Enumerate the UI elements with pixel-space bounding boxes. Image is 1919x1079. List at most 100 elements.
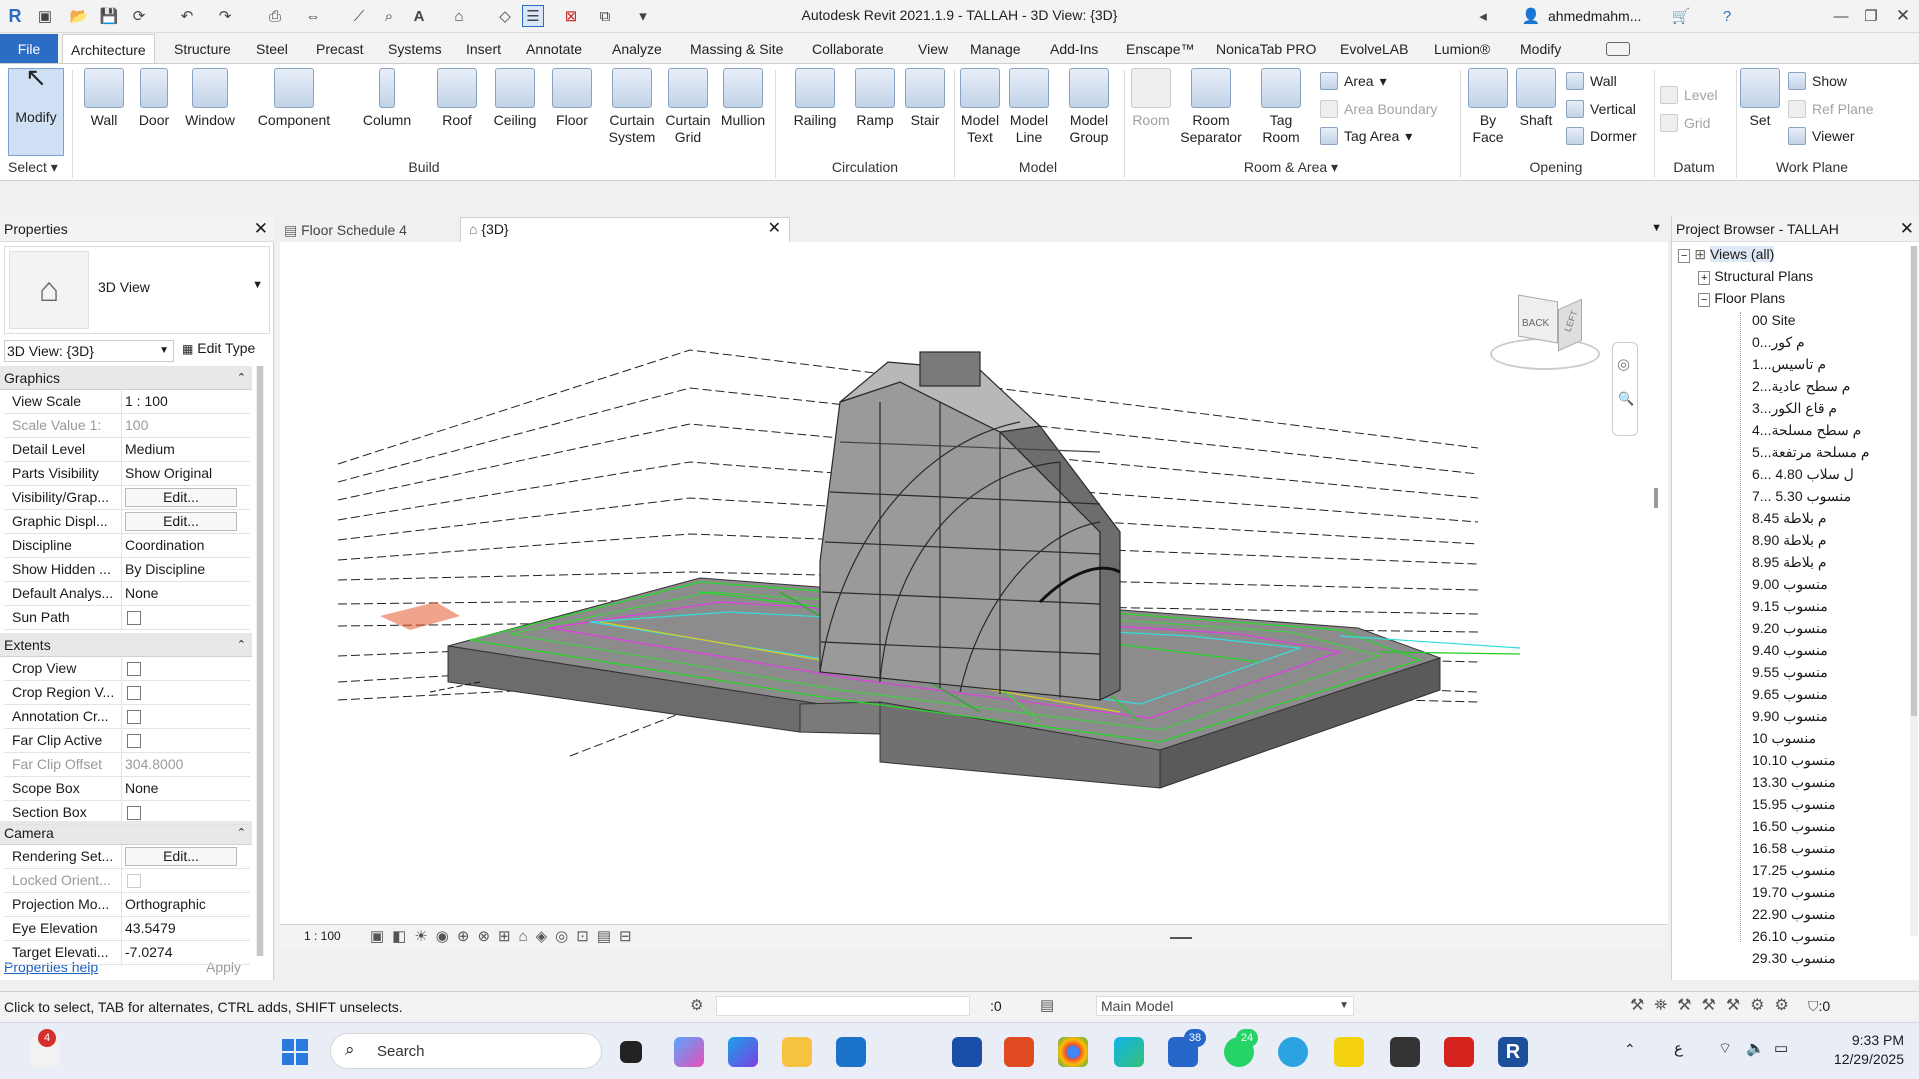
floor-plan-item[interactable]: منسوب 5.30 ...7 (1752, 488, 1851, 505)
brave-icon[interactable] (1004, 1037, 1034, 1067)
file-explorer-icon[interactable] (782, 1037, 812, 1067)
tab-steel[interactable]: Steel (248, 34, 296, 64)
property-value[interactable]: Coordination (121, 534, 250, 557)
tag-area-button[interactable]: Tag Area ▾ (1320, 127, 1412, 145)
3d-viewport[interactable]: BACK LEFT ◎ 🔍 1 : 100 ▣◧☀◉⊕⊗⊞⌂◈◎⊡▤⊟ (280, 242, 1668, 950)
tab-add-ins[interactable]: Add-Ins (1042, 34, 1106, 64)
close-browser-icon[interactable]: ✕ (1900, 216, 1914, 242)
property-row[interactable]: Discipline Coordination (4, 534, 250, 558)
ref-plane-button[interactable]: Ref Plane (1788, 100, 1873, 118)
restore-icon[interactable]: ❐ (1860, 5, 1882, 27)
property-value[interactable]: Medium (121, 438, 250, 461)
model-line-button[interactable]: Model Line (1006, 68, 1052, 146)
minimize-icon[interactable]: — (1830, 5, 1852, 27)
tab-enscape[interactable]: Enscape™ (1118, 34, 1202, 64)
floor-plan-item[interactable]: منسوب 13.30 (1752, 774, 1836, 791)
select-dropdown[interactable]: Select ▾ (8, 159, 68, 176)
tab-floor-schedule[interactable]: ▤ Floor Schedule 4 (284, 219, 456, 242)
show-button[interactable]: Show (1788, 72, 1847, 90)
property-row[interactable]: Projection Mo... Orthographic (4, 893, 250, 917)
tab-annotate[interactable]: Annotate (518, 34, 590, 64)
floor-plan-item[interactable]: منسوب 10.10 (1752, 752, 1836, 769)
floor-plan-item[interactable]: م قاع الكور...3 (1752, 400, 1837, 417)
type-dropdown-icon[interactable]: ▼ (252, 279, 263, 291)
property-value[interactable]: None (121, 582, 250, 605)
chevron-up-icon[interactable]: ⌃ (1624, 1041, 1636, 1058)
level-button[interactable]: Level (1660, 86, 1717, 104)
tab-architecture[interactable]: Architecture (62, 34, 155, 64)
tab-collaborate[interactable]: Collaborate (804, 34, 892, 64)
property-value[interactable]: By Discipline (121, 558, 250, 581)
tab-precast[interactable]: Precast (308, 34, 371, 64)
outlook-icon[interactable] (836, 1037, 866, 1067)
mullion-button[interactable]: Mullion (716, 68, 770, 129)
floor-plan-item[interactable]: منسوب 10 (1752, 730, 1816, 747)
property-row[interactable]: Eye Elevation 43.5479 (4, 917, 250, 941)
model-group-button[interactable]: Model Group (1064, 68, 1114, 146)
floor-plan-item[interactable]: منسوب 29.30 (1752, 950, 1836, 967)
door-button[interactable]: Door (134, 68, 174, 129)
user-icon[interactable]: 👤 (1520, 5, 1542, 27)
structural-plans-node[interactable]: + Structural Plans (1698, 268, 1813, 285)
copilot-icon[interactable] (674, 1037, 704, 1067)
property-value[interactable]: 100 (121, 414, 250, 437)
floor-plan-item[interactable]: ل سلاب 4.80 ...6 (1752, 466, 1854, 483)
help-icon[interactable]: ? (1716, 5, 1738, 27)
floor-button[interactable]: Floor (548, 68, 596, 129)
viewcube-back-label[interactable]: BACK (1522, 318, 1549, 329)
workset-field[interactable] (716, 996, 970, 1016)
property-row[interactable]: Target Elevati... -7.0274 (4, 941, 250, 965)
column-button[interactable]: Column (356, 68, 418, 129)
tab-massing-site[interactable]: Massing & Site (682, 34, 791, 64)
close-view-tab-icon[interactable]: ✕ (768, 218, 781, 240)
steering-wheel-icon[interactable]: ◎ (1617, 355, 1630, 373)
floor-plan-item[interactable]: منسوب 17.25 (1752, 862, 1836, 879)
property-value[interactable] (121, 606, 250, 629)
design-options-icon[interactable]: ▤ (1040, 996, 1054, 1014)
curtain-grid-button[interactable]: Curtain Grid (662, 68, 714, 146)
tab-file[interactable]: File (0, 34, 58, 64)
floor-plan-item[interactable]: منسوب 19.70 (1752, 884, 1836, 901)
property-row[interactable]: Graphic Displ... Edit... (4, 510, 250, 534)
wall-opening-button[interactable]: Wall (1566, 72, 1617, 90)
grid-button[interactable]: Grid (1660, 114, 1710, 132)
selection-filter-icons[interactable]: ⚒⛯⚒⚒⚒⚙⚙ (1630, 995, 1799, 1015)
modify-button[interactable]: ↖ Modify (8, 64, 64, 156)
room-separator-button[interactable]: Room Separator (1176, 68, 1246, 146)
extents-section[interactable]: Extents ⌃ (0, 633, 252, 657)
property-value[interactable] (121, 729, 250, 752)
design-option-select[interactable]: Main Model ▼ (1096, 996, 1354, 1016)
floor-plan-item[interactable]: منسوب 9.40 (1752, 642, 1828, 659)
floor-plan-item[interactable]: م بلاطة 8.95 (1752, 554, 1827, 571)
view-control-icons[interactable]: ▣◧☀◉⊕⊗⊞⌂◈◎⊡▤⊟ (370, 927, 640, 945)
floor-plan-item[interactable]: منسوب 9.00 (1752, 576, 1828, 593)
property-row[interactable]: Detail Level Medium (4, 438, 250, 462)
property-row[interactable]: View Scale 1 : 100 (4, 390, 250, 414)
edge-icon[interactable] (1114, 1037, 1144, 1067)
cart-icon[interactable]: 🛒 (1670, 5, 1692, 27)
floor-plan-item[interactable]: م بلاطة 8.45 (1752, 510, 1827, 527)
property-row[interactable]: Annotation Cr... (4, 705, 250, 729)
zoom-icon[interactable]: 🔍 (1618, 391, 1634, 407)
view-scale[interactable]: 1 : 100 (304, 929, 341, 943)
floor-plan-item[interactable]: م كور...0 (1752, 334, 1805, 351)
username[interactable]: ahmedmahm... (1548, 8, 1641, 24)
revit-taskbar-icon[interactable]: R (1498, 1037, 1528, 1067)
property-value[interactable]: 304.8000 (121, 753, 250, 776)
property-value[interactable]: Orthographic (121, 893, 250, 916)
property-row[interactable]: Far Clip Active (4, 729, 250, 753)
tab-modify[interactable]: Modify (1512, 34, 1569, 64)
unity-icon[interactable] (1390, 1037, 1420, 1067)
input-language[interactable]: ع (1674, 1039, 1683, 1057)
tab-3d-view[interactable]: ⌂ {3D} ✕ (460, 217, 790, 242)
ramp-button[interactable]: Ramp (850, 68, 900, 129)
filter-count[interactable]: ⛉:0 (1808, 998, 1830, 1015)
tab-nonicatab[interactable]: NonicaTab PRO (1208, 34, 1324, 64)
property-value[interactable] (121, 681, 250, 704)
property-value[interactable] (121, 845, 250, 868)
vertical-opening-button[interactable]: Vertical (1566, 100, 1636, 118)
horizontal-scroll-thumb[interactable] (1170, 937, 1192, 939)
ceiling-button[interactable]: Ceiling (488, 68, 542, 129)
property-value[interactable]: -7.0274 (121, 941, 250, 964)
component-button[interactable]: Component (252, 68, 336, 129)
